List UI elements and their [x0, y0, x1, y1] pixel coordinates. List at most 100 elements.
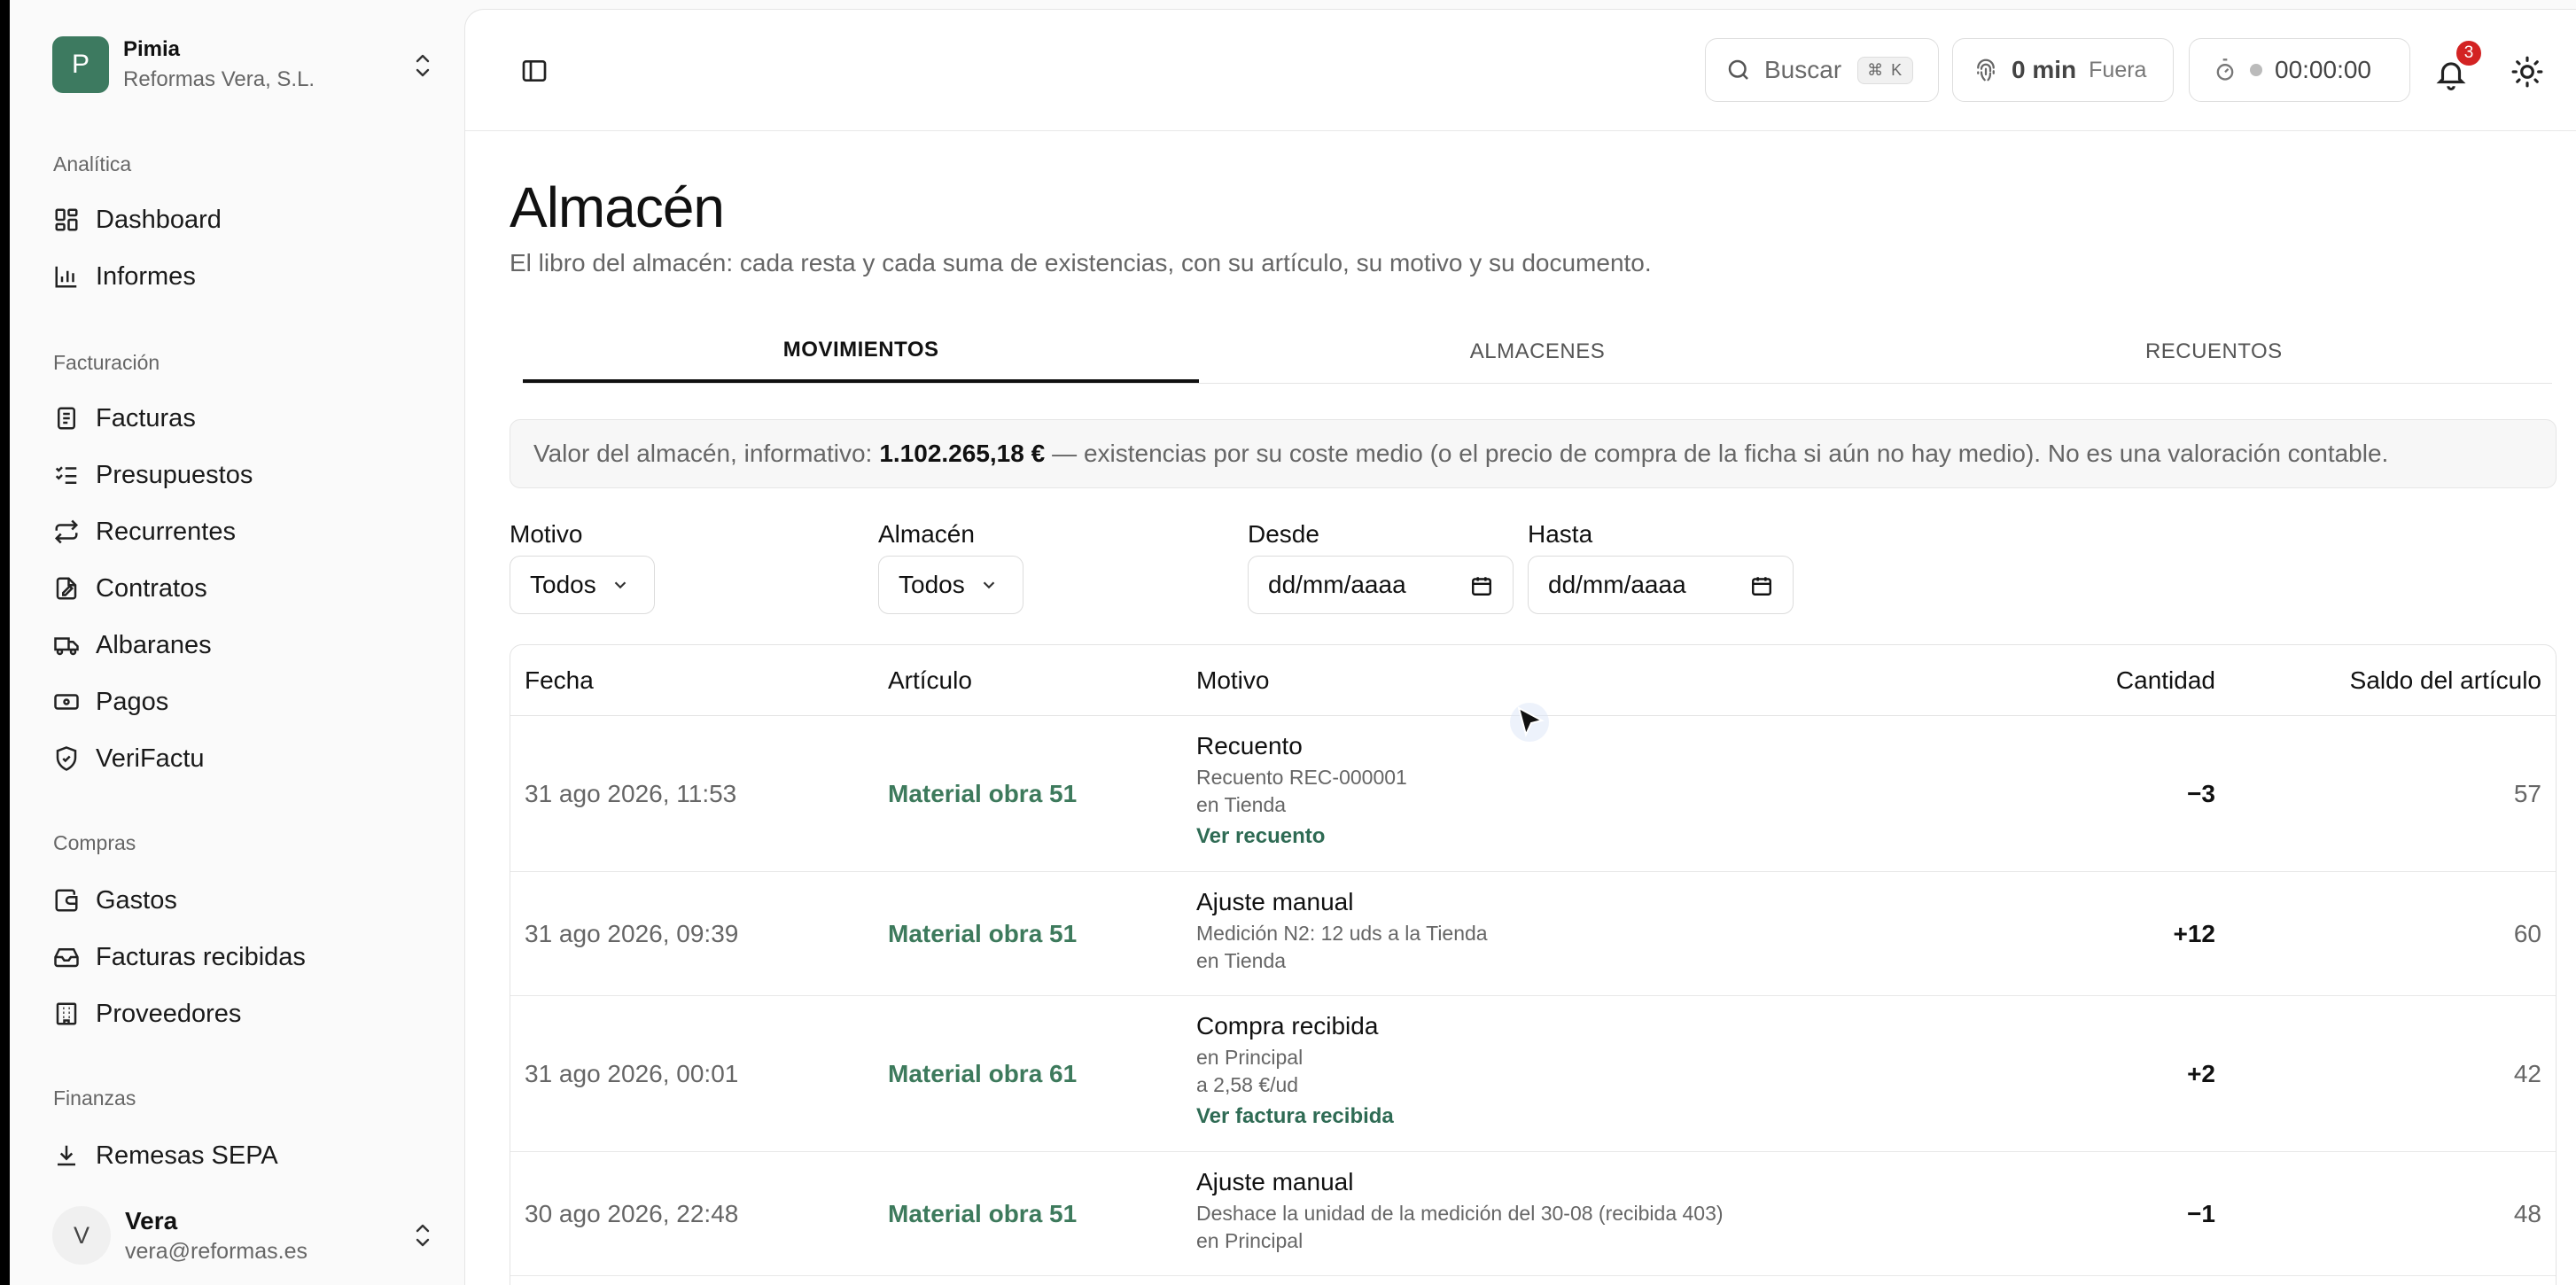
truck-icon [54, 637, 79, 656]
notice-suffix: — existencias por su coste medio (o el p… [1052, 440, 2389, 467]
sidebar-item-label: Presupuestos [96, 460, 253, 489]
org-company: Reformas Vera, S.L. [123, 67, 315, 91]
column-header-articulo[interactable]: Artículo [888, 666, 972, 695]
view-count-link[interactable]: Ver recuento [1196, 824, 1407, 849]
user-menu[interactable]: V Vera vera@reformas.es [52, 1202, 433, 1269]
sidebar-item-recurrentes[interactable]: Recurrentes [53, 510, 425, 554]
column-header-motivo[interactable]: Motivo [1196, 666, 1269, 695]
timer-button[interactable]: 00:00:00 [2189, 38, 2410, 102]
table-row: 30 ago 2026, 22:48 Material obra 51 Ajus… [510, 1152, 2556, 1276]
almacen-select[interactable]: Todos [878, 556, 1023, 614]
calendar-icon [1752, 577, 1771, 596]
row-date: 31 ago 2026, 00:01 [525, 1060, 739, 1087]
sidebar-item-label: Dashboard [96, 205, 222, 234]
filter-label-motivo: Motivo [510, 520, 583, 548]
reason-unit-price: a 2,58 €/ud [1196, 1073, 1299, 1096]
notice-prefix: Valor del almacén, informativo: [533, 440, 873, 467]
row-article-link[interactable]: Material obra 51 [888, 780, 1077, 808]
sidebar-item-label: Remesas SEPA [96, 1141, 278, 1170]
notification-badge: 3 [2455, 39, 2483, 67]
page-title: Almacén [510, 175, 725, 239]
filter-label-desde: Desde [1248, 520, 1319, 548]
row-date: 30 ago 2026, 22:48 [525, 1200, 739, 1227]
row-date: 31 ago 2026, 09:39 [525, 920, 739, 947]
sidebar-item-facturas-recibidas[interactable]: Facturas recibidas [53, 935, 425, 979]
sidebar: P Pimia Reformas Vera, S.L. Analítica Da… [10, 0, 464, 1285]
sidebar-item-dashboard[interactable]: Dashboard [53, 198, 425, 242]
sidebar-item-label: Recurrentes [96, 517, 236, 546]
sidebar-item-proveedores[interactable]: Proveedores [53, 992, 425, 1036]
column-header-saldo[interactable]: Saldo del artículo [2350, 666, 2541, 695]
filter-label-almacen: Almacén [878, 520, 975, 548]
row-reason: Ajuste manual Medición N2: 12 uds a la T… [1196, 888, 1488, 973]
search-button[interactable]: Buscar ⌘ K [1705, 38, 1939, 102]
search-icon [1728, 59, 1748, 80]
hasta-date-value: dd/mm/aaaa [1548, 571, 1686, 598]
tab-movimientos[interactable]: MOVIMIENTOS [523, 320, 1200, 383]
reason-title: Compra recibida [1196, 1012, 1379, 1040]
topbar: Buscar ⌘ K 0 min Fuera 00:00:00 3 [465, 10, 2576, 131]
wallet-icon [55, 889, 78, 912]
column-header-cantidad[interactable]: Cantidad [2116, 666, 2215, 695]
row-balance: 57 [2513, 780, 2541, 807]
table-row: 31 ago 2026, 09:39 Material obra 51 Ajus… [510, 872, 2556, 996]
user-name: Vera [125, 1206, 178, 1234]
mouse-cursor-icon [1510, 703, 1549, 742]
sidebar-item-pagos[interactable]: Pagos [53, 680, 425, 724]
row-article-link[interactable]: Material obra 51 [888, 920, 1077, 948]
sun-icon[interactable] [2510, 55, 2544, 89]
sidebar-item-label: Pagos [96, 687, 169, 716]
reason-location: en Principal [1196, 1229, 1304, 1252]
sidebar-item-remesas-sepa[interactable]: Remesas SEPA [53, 1133, 425, 1178]
reason-detail: Medición N2: 12 uds a la Tienda [1196, 922, 1488, 945]
desde-date-input[interactable]: dd/mm/aaaa [1248, 556, 1514, 614]
sidebar-item-albaranes[interactable]: Albaranes [53, 623, 425, 667]
search-shortcut: ⌘ K [1857, 56, 1914, 84]
almacen-select-value: Todos [899, 571, 965, 598]
section-label-finanzas: Finanzas [53, 1086, 136, 1110]
section-label-compras: Compras [53, 831, 136, 854]
clock-value: 0 min [2012, 56, 2077, 83]
building-icon [56, 1002, 77, 1025]
sidebar-item-contratos[interactable]: Contratos [53, 566, 425, 611]
sidebar-item-facturas[interactable]: Facturas [53, 396, 425, 440]
fingerprint-icon [1977, 58, 1995, 82]
page-subtitle: El libro del almacén: cada resta y cada … [510, 249, 1652, 276]
org-switcher[interactable]: P Pimia Reformas Vera, S.L. [52, 35, 433, 94]
timer-status-dot [2250, 64, 2262, 76]
repeat-icon [54, 519, 79, 544]
main-panel: Buscar ⌘ K 0 min Fuera 00:00:00 3 Almacé… [464, 9, 2576, 1285]
tab-almacenes[interactable]: ALMACENES [1199, 320, 1875, 383]
motivo-select-value: Todos [530, 571, 596, 598]
tab-recuentos[interactable]: RECUENTOS [1876, 320, 2552, 383]
sidebar-item-verifactu[interactable]: VeriFactu [53, 736, 425, 781]
stopwatch-icon [2216, 58, 2234, 81]
sidebar-item-presupuestos[interactable]: Presupuestos [53, 453, 425, 497]
avatar: V [52, 1206, 111, 1265]
sidebar-item-label: Informes [96, 261, 196, 291]
reason-location: en Tienda [1196, 949, 1287, 972]
row-article-link[interactable]: Material obra 51 [888, 1200, 1077, 1228]
column-header-fecha[interactable]: Fecha [525, 666, 594, 695]
row-balance: 60 [2513, 920, 2541, 947]
filter-label-hasta: Hasta [1528, 520, 1593, 548]
motivo-select[interactable]: Todos [510, 556, 655, 614]
hasta-date-input[interactable]: dd/mm/aaaa [1528, 556, 1794, 614]
time-clock-button[interactable]: 0 min Fuera [1952, 38, 2174, 102]
org-avatar: P [52, 36, 109, 93]
row-article-link[interactable]: Material obra 61 [888, 1060, 1077, 1088]
view-received-invoice-link[interactable]: Ver factura recibida [1196, 1104, 1394, 1129]
sidebar-item-label: Facturas recibidas [96, 942, 306, 971]
chevron-down-icon [983, 581, 994, 589]
sidebar-toggle-icon[interactable] [520, 57, 549, 85]
checklist-icon [55, 466, 77, 484]
shield-check-icon [56, 746, 77, 771]
stock-value-notice: Valor del almacén, informativo: 1.102.26… [510, 419, 2557, 488]
row-quantity: +2 [2187, 1060, 2215, 1087]
sidebar-item-informes[interactable]: Informes [53, 254, 425, 299]
reason-location: en Tienda [1196, 793, 1287, 816]
stock-value: 1.102.265,18 € [879, 440, 1046, 467]
banknote-icon [54, 694, 79, 710]
sidebar-item-gastos[interactable]: Gastos [53, 878, 425, 923]
row-reason: Ajuste manual Deshace la unidad de la me… [1196, 1168, 1724, 1253]
